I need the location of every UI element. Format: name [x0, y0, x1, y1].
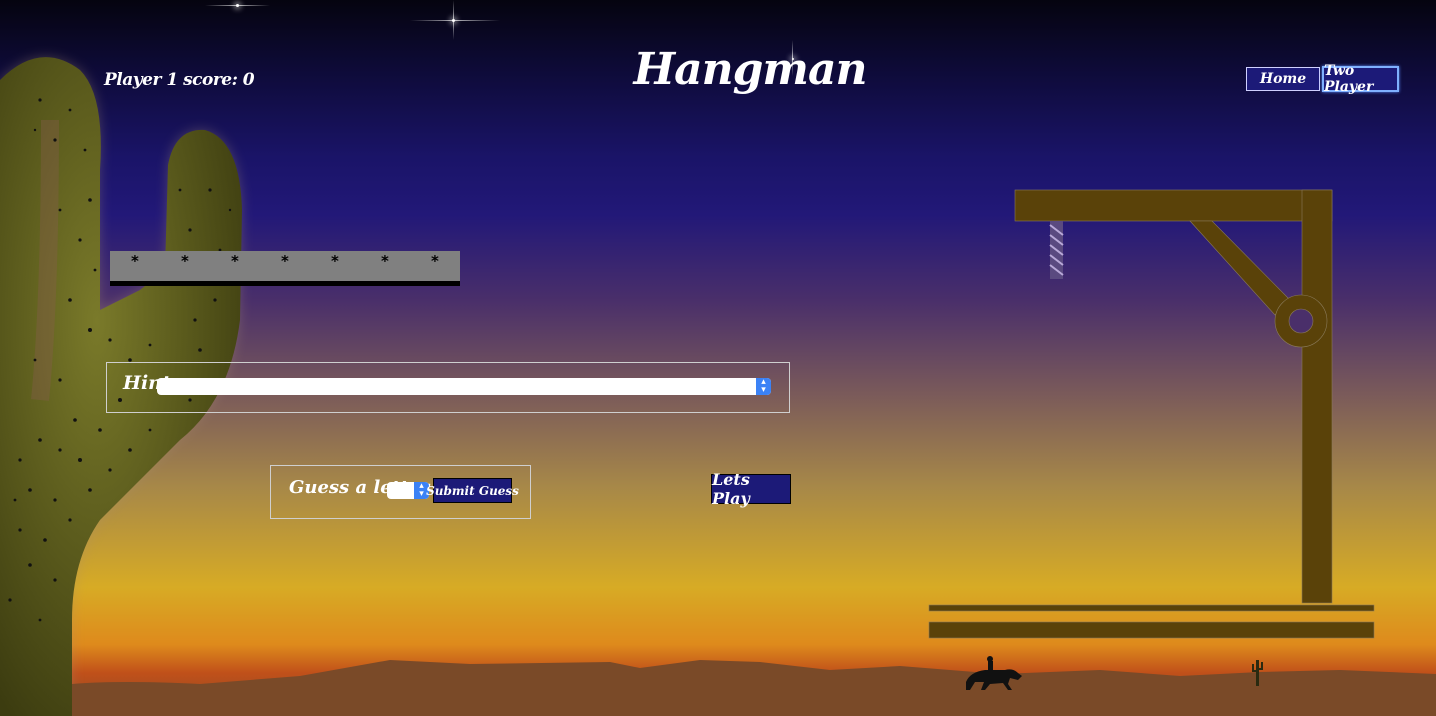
gallows-icon — [928, 189, 1375, 639]
desert-scene — [0, 57, 1436, 716]
word-letter: * — [281, 252, 289, 270]
word-letter: * — [331, 252, 339, 270]
hint-panel: Hint ▴ ▾ — [106, 362, 790, 413]
hint-select[interactable]: ▴ ▾ — [157, 378, 771, 395]
submit-guess-button[interactable]: Submit Guess — [426, 478, 519, 503]
home-button[interactable]: Home — [1246, 67, 1320, 91]
two-player-button[interactable]: Two Player — [1322, 63, 1399, 95]
chevron-updown-icon: ▴ ▾ — [756, 378, 771, 395]
guess-panel: Guess a letter ▴ ▾ Submit Guess — [270, 465, 531, 519]
word-letter: * — [431, 252, 439, 270]
letter-select[interactable]: ▴ ▾ — [387, 482, 429, 499]
desert-ground — [72, 660, 1436, 716]
page-title: Hangman — [633, 44, 868, 95]
word-letter: * — [131, 252, 139, 270]
word-letter: * — [231, 252, 239, 270]
masked-word: * * * * * * * — [110, 251, 460, 286]
lets-play-button[interactable]: Lets Play — [711, 470, 791, 508]
rope-icon — [1049, 221, 1064, 279]
word-letter: * — [381, 252, 389, 270]
word-letter: * — [181, 252, 189, 270]
